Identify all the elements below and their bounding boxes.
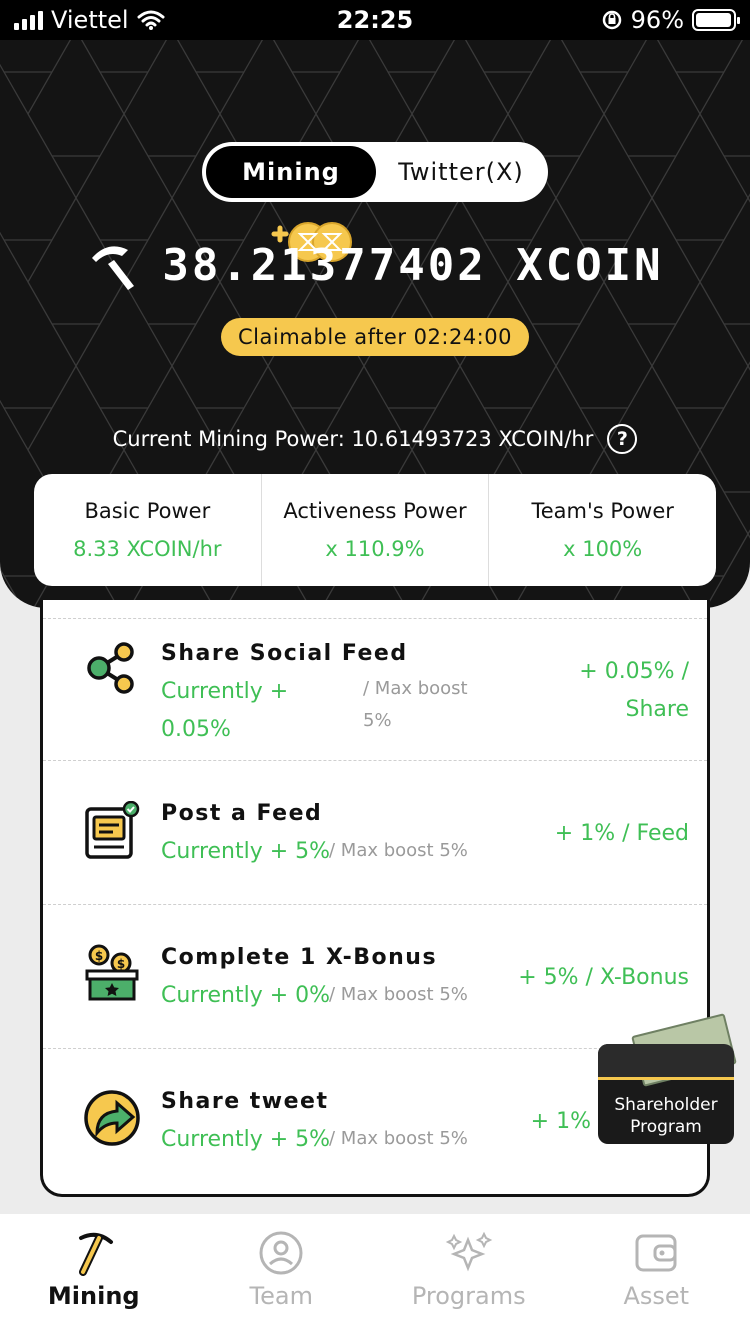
pattern-line [699, 281, 750, 368]
nav-asset[interactable]: Asset [563, 1214, 750, 1334]
task-post-feed[interactable]: Post a Feed Currently + 5% / Max boost 5… [43, 760, 707, 904]
mining-power-label: Current Mining Power: 10.61493723 XCOIN/… [112, 427, 594, 451]
activeness-power: Activeness Power x 110.9% [260, 474, 489, 586]
pattern-line [560, 40, 648, 116]
rotation-lock-icon [602, 10, 621, 30]
pattern-line [368, 40, 456, 116]
svg-text:$: $ [117, 957, 125, 971]
basic-power: Basic Power 8.33 XCOIN/hr [34, 474, 261, 586]
power-value: x 100% [563, 537, 643, 561]
task-current: Currently + 0% [161, 983, 331, 1008]
mode-switch: Mining Twitter(X) [202, 142, 548, 202]
task-current: Currently + 5% [161, 1127, 331, 1152]
task-reward: + 5% / X-Bonus [518, 965, 689, 990]
user-icon [259, 1231, 303, 1275]
pattern-line [123, 281, 221, 368]
task-max-line1: / Max boost [363, 678, 468, 699]
balance-amount: 38.21377402 XCOIN [162, 240, 664, 291]
power-breakdown-card: Basic Power 8.33 XCOIN/hr Activeness Pow… [34, 474, 716, 586]
task-title: Post a Feed [161, 801, 323, 826]
share-tweet-icon [84, 1090, 140, 1146]
bonus-box-icon: $ $ [85, 944, 139, 1001]
power-value: x 110.9% [325, 537, 425, 561]
pattern-line [464, 40, 552, 116]
task-reward-line1: + 0.05% / [579, 659, 689, 684]
claim-status-badge: Claimable after 02:24:00 [221, 318, 529, 356]
status-bar: Viettel 22:25 96% [0, 0, 750, 40]
shareholder-label-line1: Shareholder [614, 1095, 718, 1115]
pattern-line [603, 113, 701, 200]
nav-mining[interactable]: Mining [0, 1214, 188, 1334]
task-reward-line2: Share [625, 697, 690, 722]
wallet-flap [598, 1044, 734, 1080]
pickaxe-icon [78, 1232, 113, 1276]
bottom-nav: Mining Team Programs Asset [0, 1214, 750, 1334]
task-title: Share Social Feed [161, 641, 408, 666]
pattern-line [603, 281, 701, 368]
task-max: / Max boost 5% [329, 840, 468, 861]
svg-text:$: $ [95, 949, 103, 963]
balance-row: 38.21377402 XCOIN [0, 240, 750, 291]
power-title: Basic Power [84, 499, 211, 523]
pattern-line [176, 40, 264, 116]
pattern-line [80, 40, 168, 116]
task-current: Currently + 5% [161, 839, 331, 864]
task-current-line1: Currently + [161, 679, 289, 704]
task-reward: + 1% / Feed [554, 821, 689, 846]
pickaxe-icon [92, 245, 135, 290]
pattern-line [272, 40, 360, 116]
pattern-line [699, 113, 750, 200]
mining-power-row: Current Mining Power: 10.61493723 XCOIN/… [0, 424, 750, 454]
shareholder-label: Shareholder Program [598, 1094, 734, 1138]
tab-mining[interactable]: Mining [206, 146, 376, 198]
nav-team[interactable]: Team [188, 1214, 376, 1334]
task-max-line2: 5% [363, 710, 392, 731]
task-reward: + 1% [530, 1109, 591, 1134]
power-title: Activeness Power [283, 499, 467, 523]
wallet-icon [635, 1234, 677, 1272]
shareholder-program-button[interactable]: Shareholder Program [596, 1013, 738, 1144]
battery-icon [692, 9, 740, 31]
pattern-line [27, 113, 125, 200]
battery-percent: 96% [630, 6, 684, 34]
status-right: 96% [601, 6, 740, 34]
nav-label: Mining [47, 1282, 140, 1310]
share-icon [87, 642, 134, 694]
nav-programs[interactable]: Programs [375, 1214, 563, 1334]
power-value: 8.33 XCOIN/hr [73, 537, 222, 561]
task-title: Share tweet [161, 1089, 329, 1114]
sparkles-icon [445, 1231, 492, 1272]
task-current-line2: 0.05% [161, 717, 231, 742]
pattern-line [656, 40, 744, 116]
mining-header: Mining Twitter(X) 38.21377402 XCOIN Clai… [0, 40, 750, 608]
task-max: / Max boost 5% [329, 1128, 468, 1149]
nav-label: Programs [411, 1282, 526, 1310]
nav-label: Team [249, 1282, 313, 1310]
task-share-social-feed[interactable]: Share Social Feed Currently + 0.05% / Ma… [43, 618, 707, 760]
tab-twitter[interactable]: Twitter(X) [378, 146, 544, 198]
task-title: Complete 1 X-Bonus [161, 945, 438, 970]
task-max: / Max boost 5% [329, 984, 468, 1005]
pattern-line [27, 281, 125, 368]
pattern-line [0, 40, 72, 116]
nav-label: Asset [623, 1282, 690, 1310]
power-title: Team's Power [531, 499, 674, 523]
post-feed-icon [85, 801, 140, 859]
help-icon[interactable]: ? [607, 424, 638, 454]
team-power: Team's Power x 100% [488, 474, 716, 586]
shareholder-label-line2: Program [630, 1117, 702, 1137]
